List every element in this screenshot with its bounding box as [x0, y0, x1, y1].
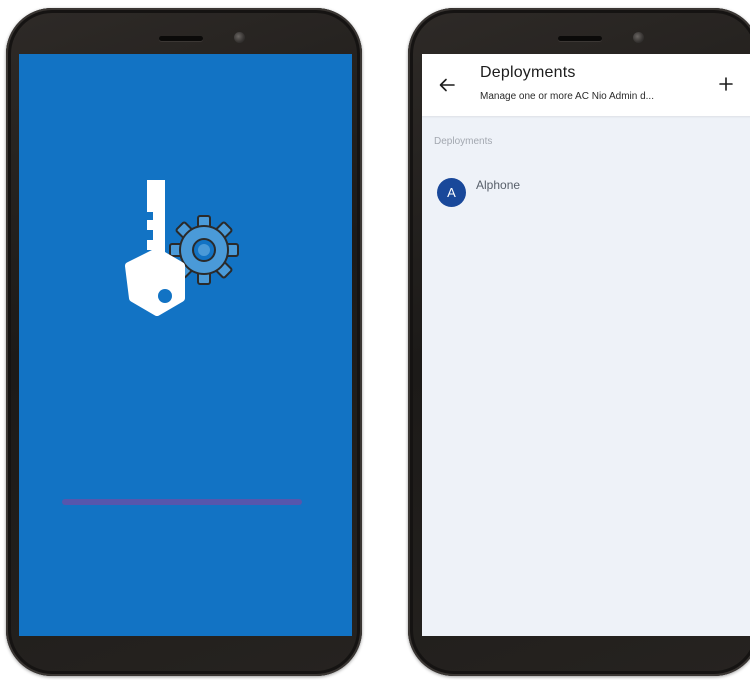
- deployment-name: Alphone: [476, 178, 521, 192]
- phone-left: [6, 8, 362, 676]
- page-subtitle: Manage one or more AC Nio Admin d...: [480, 91, 654, 102]
- speaker-grille: [558, 36, 602, 41]
- speaker-grille: [159, 36, 203, 41]
- splash-screen: [19, 54, 352, 636]
- key-gear-icon: [125, 180, 239, 316]
- plus-icon[interactable]: [718, 76, 734, 92]
- deployments-screen: Deployments Manage one or more AC Nio Ad…: [422, 54, 750, 636]
- app-bar: Deployments Manage one or more AC Nio Ad…: [422, 54, 750, 116]
- section-label: Deployments: [434, 136, 493, 147]
- arrow-left-icon[interactable]: [438, 76, 456, 94]
- front-camera: [234, 32, 245, 43]
- page-title: Deployments: [480, 64, 576, 81]
- loading-progress-bar: [62, 499, 302, 505]
- avatar: A: [437, 178, 466, 207]
- phone-right: Deployments Manage one or more AC Nio Ad…: [408, 8, 750, 676]
- front-camera: [633, 32, 644, 43]
- list-item[interactable]: A Alphone: [434, 172, 748, 212]
